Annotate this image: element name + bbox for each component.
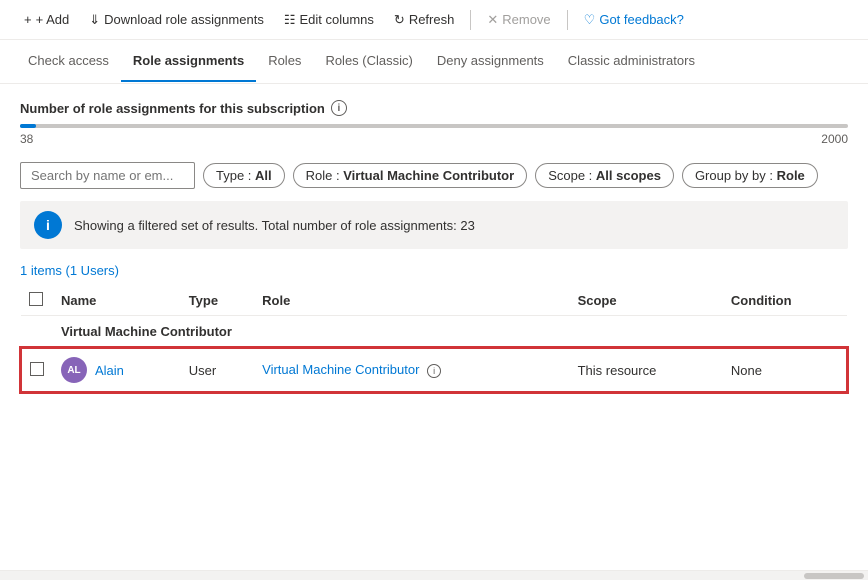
col-role: Role <box>254 286 569 316</box>
add-label: + Add <box>36 12 70 27</box>
tab-deny-assignments[interactable]: Deny assignments <box>425 41 556 82</box>
row-name-cell: AL Alain <box>53 348 181 392</box>
remove-button[interactable]: ✕ Remove <box>479 8 558 32</box>
download-label: Download role assignments <box>104 12 264 27</box>
groupby-label: Group by <box>695 168 748 183</box>
groupby-filter[interactable]: Group by by : Role <box>682 163 818 188</box>
tab-check-access[interactable]: Check access <box>16 41 121 82</box>
col-name: Name <box>53 286 181 316</box>
col-scope: Scope <box>570 286 723 316</box>
role-value: Virtual Machine Contributor <box>343 168 514 183</box>
user-name-link[interactable]: Alain <box>95 363 124 378</box>
feedback-button[interactable]: ♡ Got feedback? <box>576 8 692 32</box>
table-meta: 1 items (1 Users) <box>20 263 848 278</box>
table-row: AL Alain User Virtual Machine Contributo… <box>21 348 847 392</box>
add-icon: + <box>24 12 32 27</box>
search-input[interactable] <box>20 162 195 189</box>
download-icon: ⇓ <box>89 12 100 28</box>
row-scope-cell: This resource <box>570 348 723 392</box>
col-type: Type <box>181 286 254 316</box>
heart-icon: ♡ <box>584 12 596 28</box>
tab-roles[interactable]: Roles <box>256 41 313 82</box>
type-filter[interactable]: Type : All <box>203 163 285 188</box>
add-button[interactable]: + + Add <box>16 8 77 31</box>
col-checkbox <box>21 286 53 316</box>
avatar: AL <box>61 357 87 383</box>
refresh-icon: ↻ <box>394 12 405 28</box>
scope-filter[interactable]: Scope : All scopes <box>535 163 674 188</box>
progress-info-icon[interactable]: i <box>331 100 347 116</box>
separator-2 <box>567 10 568 30</box>
filter-row: Type : All Role : Virtual Machine Contri… <box>20 162 848 189</box>
info-banner-text: Showing a filtered set of results. Total… <box>74 218 475 233</box>
row-type-cell: User <box>181 348 254 392</box>
tab-classic-administrators[interactable]: Classic administrators <box>556 41 707 82</box>
scrollbar-thumb[interactable] <box>804 573 864 579</box>
info-banner: i Showing a filtered set of results. Tot… <box>20 201 848 249</box>
edit-columns-button[interactable]: ☷ Edit columns <box>276 8 382 32</box>
role-label: Role <box>306 168 333 183</box>
select-all-checkbox[interactable] <box>29 292 43 306</box>
feedback-label: Got feedback? <box>599 12 684 27</box>
row-checkbox-cell <box>21 348 53 392</box>
row-condition-cell: None <box>723 348 847 392</box>
col-condition: Condition <box>723 286 847 316</box>
edit-columns-label: Edit columns <box>299 12 373 27</box>
role-filter[interactable]: Role : Virtual Machine Contributor <box>293 163 528 188</box>
info-banner-icon: i <box>34 211 62 239</box>
group-label: Virtual Machine Contributor <box>53 316 847 349</box>
refresh-label: Refresh <box>409 12 455 27</box>
progress-bar-fill <box>20 124 36 128</box>
remove-label: Remove <box>502 12 550 27</box>
type-value: All <box>255 168 272 183</box>
progress-labels: 38 2000 <box>20 132 848 146</box>
role-info-icon[interactable]: i <box>427 364 441 378</box>
scrollbar[interactable] <box>0 570 868 580</box>
separator-1 <box>470 10 471 30</box>
progress-section: Number of role assignments for this subs… <box>20 100 848 146</box>
scope-value: All scopes <box>596 168 661 183</box>
row-role-cell: Virtual Machine Contributor i <box>254 348 569 392</box>
scope-label: Scope <box>548 168 585 183</box>
tab-roles-classic[interactable]: Roles (Classic) <box>313 41 424 82</box>
progress-current: 38 <box>20 132 33 146</box>
remove-icon: ✕ <box>487 12 498 28</box>
tab-role-assignments[interactable]: Role assignments <box>121 41 256 82</box>
tabs: Check access Role assignments Roles Role… <box>0 40 868 84</box>
columns-icon: ☷ <box>284 12 296 28</box>
groupby-value: Role <box>777 168 805 183</box>
group-header-row: Virtual Machine Contributor <box>21 316 847 349</box>
progress-bar <box>20 124 848 128</box>
progress-max: 2000 <box>821 132 848 146</box>
download-button[interactable]: ⇓ Download role assignments <box>81 8 272 32</box>
progress-title-text: Number of role assignments for this subs… <box>20 101 325 116</box>
main-content: Number of role assignments for this subs… <box>0 84 868 580</box>
refresh-button[interactable]: ↻ Refresh <box>386 8 462 32</box>
toolbar: + + Add ⇓ Download role assignments ☷ Ed… <box>0 0 868 40</box>
data-table: Name Type Role Scope Condition Virtual M… <box>20 286 848 393</box>
role-link[interactable]: Virtual Machine Contributor <box>262 362 419 377</box>
row-checkbox[interactable] <box>30 362 44 376</box>
type-label: Type <box>216 168 244 183</box>
